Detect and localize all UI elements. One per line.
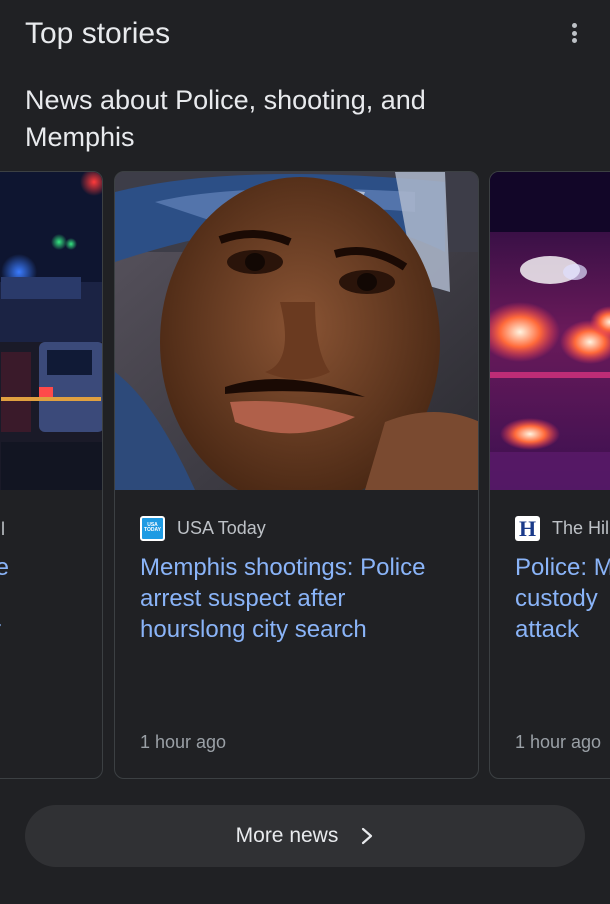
- headline-line: custody: [515, 585, 598, 612]
- headline-line: Memphis shootings: Police: [140, 554, 426, 581]
- more-news-button[interactable]: More news: [25, 805, 585, 867]
- headline-line: Police: M: [515, 554, 610, 581]
- headline-line: lice: [0, 552, 102, 583]
- logo-text: USA TODAY: [144, 522, 161, 533]
- news-card-the-hill[interactable]: H The Hil Police: M custody attack 1 hou…: [489, 171, 610, 779]
- news-about-heading: News about Police, shooting, and Memphis: [25, 82, 565, 156]
- the-hill-logo: H: [515, 515, 540, 541]
- portrait-man-bandana-image: [115, 172, 478, 490]
- news-about-line-2: Memphis: [25, 122, 135, 152]
- source-name: USA Today: [177, 517, 266, 538]
- police-lights-scene-image: [0, 172, 102, 490]
- logo-text: H: [518, 515, 537, 541]
- police-lights-blur-image: [490, 172, 610, 490]
- source-row: USA TODAY USA Today: [140, 515, 266, 541]
- more-news-label: More news: [235, 824, 339, 847]
- news-card-usa-today[interactable]: USA TODAY USA Today Memphis shootings: P…: [114, 171, 479, 779]
- headline-link[interactable]: Police: M custody attack: [515, 552, 610, 645]
- more-vert-icon[interactable]: [562, 20, 586, 46]
- headline-line: [0, 583, 102, 614]
- source-name: l: [1, 519, 5, 539]
- chevron-right-icon: [362, 827, 373, 845]
- timestamp: 1 hour ago: [140, 732, 227, 752]
- usa-today-logo: USA TODAY: [140, 515, 165, 541]
- headline-link[interactable]: Memphis shootings: Police arrest suspect…: [140, 552, 460, 645]
- news-card-left[interactable]: l lice for: [0, 171, 103, 779]
- headline-link[interactable]: lice for: [0, 552, 102, 645]
- headline-line: hourslong city search: [140, 616, 367, 643]
- news-about-line-1: News about Police, shooting, and: [25, 85, 426, 115]
- headline-line: for: [0, 614, 102, 645]
- headline-line: arrest suspect after: [140, 585, 346, 612]
- section-title: Top stories: [25, 17, 171, 50]
- timestamp: 1 hour ago: [515, 732, 602, 752]
- source-name: The Hil: [552, 517, 610, 538]
- source-row: H The Hil: [515, 515, 609, 541]
- headline-line: attack: [515, 616, 580, 643]
- top-stories-panel: Top stories News about Police, shooting,…: [0, 0, 610, 904]
